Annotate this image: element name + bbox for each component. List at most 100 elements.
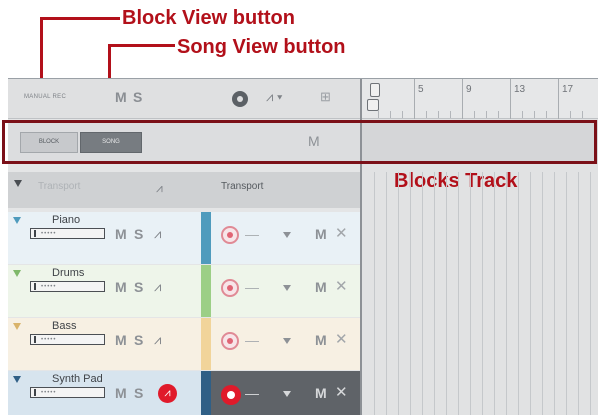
transport-track-name: Transport xyxy=(38,181,81,192)
wave-icon[interactable]: ⩘ xyxy=(154,332,161,348)
wave-icon[interactable]: ⩘ xyxy=(154,279,161,295)
grid-line xyxy=(530,172,531,415)
blocks-track-highlight xyxy=(2,120,597,164)
solo-all-button[interactable]: S xyxy=(133,89,142,105)
loop-start-marker[interactable] xyxy=(370,83,380,97)
chevron-down-icon[interactable] xyxy=(283,338,291,344)
track-color-strip xyxy=(201,371,211,415)
collapse-icon[interactable] xyxy=(14,180,22,187)
grid-line xyxy=(482,172,483,415)
slider-handle[interactable] xyxy=(34,230,36,237)
track-piano: Piano ••••• M S ⩘ — M ✕ xyxy=(8,212,360,264)
collapse-icon[interactable] xyxy=(13,217,21,224)
mute-all-button[interactable]: M xyxy=(115,89,127,105)
solo-button[interactable]: S xyxy=(134,279,143,295)
mute-button[interactable]: M xyxy=(115,226,127,242)
chevron-down-icon[interactable] xyxy=(283,232,291,238)
annotation-song-view: Song View button xyxy=(177,36,346,58)
track-controls: — M ✕ xyxy=(211,212,360,264)
mute-button[interactable]: M xyxy=(115,385,127,401)
track-name: Bass xyxy=(52,320,77,332)
monitor-button[interactable]: M xyxy=(315,226,327,242)
collapse-icon[interactable] xyxy=(13,376,21,383)
grid-line xyxy=(446,172,447,415)
annotation-block-view: Block View button xyxy=(122,7,295,29)
bar-line xyxy=(510,79,511,119)
track-name: Piano xyxy=(52,214,81,226)
input-dash: — xyxy=(245,332,259,348)
record-arm-active-button[interactable] xyxy=(221,385,241,405)
track-controls: — M ✕ xyxy=(211,371,360,415)
record-icon[interactable] xyxy=(232,91,248,107)
close-icon[interactable]: ✕ xyxy=(335,224,348,242)
chevron-down-icon[interactable] xyxy=(283,391,291,397)
close-icon[interactable]: ✕ xyxy=(335,383,348,401)
slider-scale: ••••• xyxy=(41,231,57,237)
grid-line xyxy=(422,172,423,415)
volume-slider[interactable]: ••••• xyxy=(30,387,105,398)
record-arm-button[interactable] xyxy=(221,279,239,297)
record-arm-button[interactable] xyxy=(221,226,239,244)
volume-slider[interactable]: ••••• xyxy=(30,281,105,292)
grid-line xyxy=(506,172,507,415)
bar-number: 5 xyxy=(418,84,424,95)
monitor-button[interactable]: M xyxy=(315,279,327,295)
grid-line xyxy=(494,172,495,415)
track-toolbar: MANUAL REC M S ⩘ ▾ ⊞ xyxy=(8,79,360,119)
chevron-down-icon[interactable] xyxy=(283,285,291,291)
collapse-icon[interactable] xyxy=(13,270,21,277)
grid-line xyxy=(470,172,471,415)
grid-line xyxy=(410,172,411,415)
track-controls: — M ✕ xyxy=(211,318,360,370)
monitor-button[interactable]: M xyxy=(315,332,327,348)
grid-line xyxy=(434,172,435,415)
track-drums: Drums ••••• M S ⩘ — M ✕ xyxy=(8,265,360,317)
input-dash: — xyxy=(245,385,259,401)
grid-line xyxy=(566,172,567,415)
grid-line xyxy=(386,172,387,415)
close-icon[interactable]: ✕ xyxy=(335,277,348,295)
slider-scale: ••••• xyxy=(41,390,57,396)
bar-number: 9 xyxy=(466,84,472,95)
close-icon[interactable]: ✕ xyxy=(335,330,348,348)
grid-line xyxy=(458,172,459,415)
bar-number: 13 xyxy=(514,84,526,95)
grid-line xyxy=(590,172,591,415)
bar-line xyxy=(558,79,559,119)
monitor-active-icon[interactable]: ⩘ xyxy=(158,384,177,403)
manual-rec-button[interactable]: MANUAL REC xyxy=(24,94,66,100)
grid-line xyxy=(554,172,555,415)
wave-icon[interactable]: ⩘ xyxy=(156,181,163,196)
slider-scale: ••••• xyxy=(41,337,57,343)
solo-button[interactable]: S xyxy=(134,332,143,348)
track-name: Synth Pad xyxy=(52,373,103,385)
collapse-icon[interactable] xyxy=(13,323,21,330)
grid-line xyxy=(578,172,579,415)
solo-button[interactable]: S xyxy=(134,226,143,242)
grid-icon[interactable]: ⊞ xyxy=(320,89,331,105)
mute-button[interactable]: M xyxy=(115,279,127,295)
bar-line xyxy=(462,79,463,119)
annotation-song-arrow-h xyxy=(108,44,175,47)
slider-handle[interactable] xyxy=(34,336,36,343)
record-arm-button[interactable] xyxy=(221,332,239,350)
wave-icon[interactable]: ⩘ xyxy=(154,226,161,242)
slider-handle[interactable] xyxy=(34,283,36,290)
monitor-button[interactable]: M xyxy=(315,385,327,401)
mute-button[interactable]: M xyxy=(115,332,127,348)
slider-handle[interactable] xyxy=(34,389,36,396)
bar-line xyxy=(414,79,415,119)
annotation-blocks-track: Blocks Track xyxy=(394,170,518,192)
volume-slider[interactable]: ••••• xyxy=(30,228,105,239)
transport-label: Transport xyxy=(221,181,264,192)
annotation-block-arrow-h xyxy=(40,17,120,20)
track-color-strip xyxy=(201,265,211,317)
bar-number: 17 xyxy=(562,84,574,95)
wave-icon[interactable]: ⩘ ▾ xyxy=(266,89,282,105)
timeline-ruler[interactable]: 5 9 13 17 xyxy=(362,79,598,119)
grid-line xyxy=(542,172,543,415)
playhead-marker[interactable] xyxy=(367,99,379,111)
solo-button[interactable]: S xyxy=(134,385,143,401)
input-dash: — xyxy=(245,279,259,295)
volume-slider[interactable]: ••••• xyxy=(30,334,105,345)
